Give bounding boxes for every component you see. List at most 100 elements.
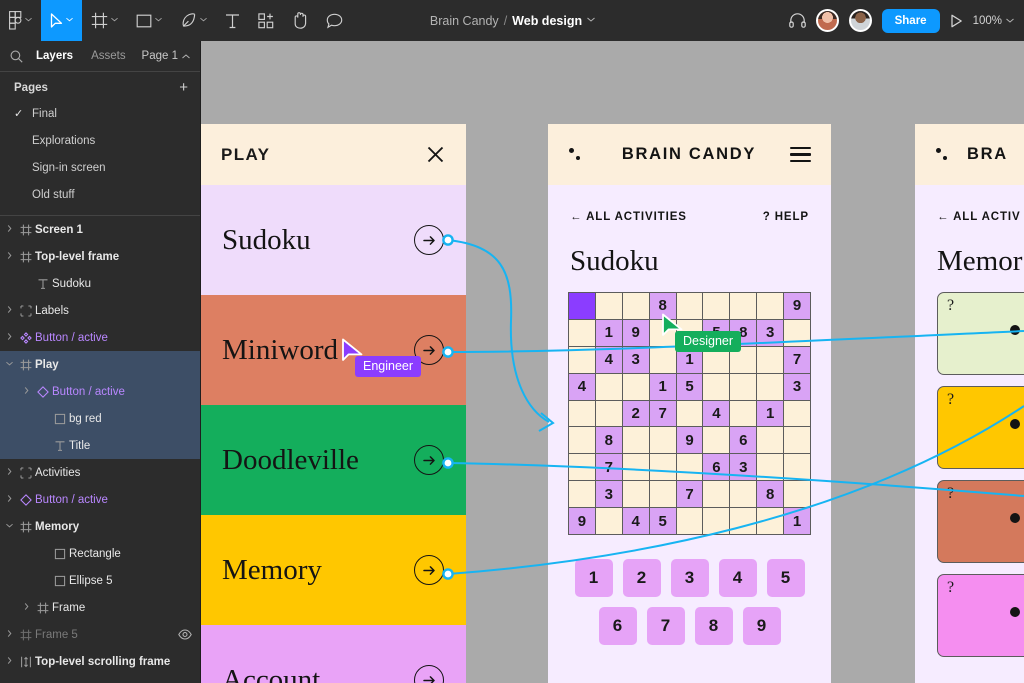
sudoku-cell[interactable] <box>569 427 595 454</box>
sudoku-cell[interactable] <box>676 400 703 427</box>
sudoku-cell[interactable] <box>784 454 811 481</box>
sudoku-cell[interactable] <box>703 508 730 535</box>
layer-row[interactable]: Button / active <box>0 324 200 351</box>
sudoku-cell[interactable]: 4 <box>569 373 595 400</box>
sudoku-cell[interactable]: 5 <box>676 373 703 400</box>
sudoku-cell[interactable]: 1 <box>649 373 676 400</box>
tab-layers[interactable]: Layers <box>27 50 82 62</box>
sudoku-cell[interactable] <box>569 400 595 427</box>
help-link[interactable]: ? HELP <box>763 211 809 223</box>
sudoku-cell[interactable] <box>784 481 811 508</box>
sudoku-cell[interactable] <box>569 319 595 346</box>
layer-row[interactable]: Frame 5 <box>0 621 200 648</box>
sudoku-cell[interactable] <box>622 293 649 319</box>
sudoku-cell[interactable] <box>703 373 730 400</box>
sudoku-cell[interactable]: 3 <box>622 346 649 373</box>
chevron-right-icon[interactable] <box>3 657 16 666</box>
layer-row[interactable]: Sudoku <box>0 270 200 297</box>
sudoku-cell[interactable] <box>595 400 622 427</box>
layer-row[interactable]: Top-level scrolling frame <box>0 648 200 675</box>
chevron-down-icon[interactable] <box>3 361 16 368</box>
pen-tool-button[interactable] <box>171 0 216 41</box>
sudoku-cell[interactable] <box>649 481 676 508</box>
sudoku-cell[interactable]: 7 <box>649 400 676 427</box>
page-item[interactable]: ✓ Final <box>0 100 200 127</box>
comment-tool-button[interactable] <box>317 0 352 41</box>
visibility-eye-icon[interactable] <box>178 629 192 640</box>
layer-row[interactable]: Title <box>0 432 200 459</box>
frame-tool-button[interactable] <box>82 0 127 41</box>
sudoku-cell[interactable]: 1 <box>784 508 811 535</box>
sudoku-cell[interactable] <box>622 481 649 508</box>
hand-tool-button[interactable] <box>283 0 317 41</box>
sudoku-grid[interactable]: 89195834317415327418967633789451 <box>568 292 811 536</box>
sudoku-cell[interactable] <box>703 481 730 508</box>
chevron-right-icon[interactable] <box>3 468 16 477</box>
layer-row[interactable]: Rectangle <box>0 540 200 567</box>
play-menu-item[interactable]: Sudoku <box>201 185 466 295</box>
all-activities-link[interactable]: ← ALL ACTIVITIES <box>570 211 687 223</box>
arrow-right-button[interactable] <box>414 665 444 683</box>
frame-sudoku-screen[interactable]: BRAIN CANDY ← ALL ACTIVITIES ? HELP Sudo… <box>548 124 831 683</box>
layer-row[interactable]: Play <box>0 351 200 378</box>
sudoku-cell[interactable]: 6 <box>730 427 757 454</box>
tab-assets[interactable]: Assets <box>82 50 135 62</box>
chevron-right-icon[interactable] <box>3 495 16 504</box>
chevron-right-icon[interactable] <box>20 387 33 396</box>
layer-row[interactable]: Button / active <box>0 486 200 513</box>
frame-memory-screen[interactable]: BRA ← ALL ACTIV Memor ???? <box>915 124 1024 683</box>
layer-row[interactable]: Button / active <box>0 378 200 405</box>
sudoku-cell[interactable] <box>622 427 649 454</box>
sudoku-cell[interactable] <box>676 508 703 535</box>
sudoku-cell[interactable]: 4 <box>703 400 730 427</box>
sudoku-cell[interactable] <box>784 400 811 427</box>
close-icon[interactable] <box>426 145 445 164</box>
sudoku-cell[interactable]: 9 <box>784 293 811 319</box>
layer-row[interactable]: Top-level frame <box>0 243 200 270</box>
text-tool-button[interactable] <box>216 0 249 41</box>
sudoku-cell[interactable]: 3 <box>784 373 811 400</box>
number-pad-key[interactable]: 7 <box>646 607 685 646</box>
number-pad-key[interactable]: 4 <box>718 559 757 598</box>
sudoku-cell[interactable] <box>784 427 811 454</box>
layer-row[interactable]: Activities <box>0 459 200 486</box>
avatar[interactable] <box>848 9 872 32</box>
layer-row[interactable]: Memory <box>0 513 200 540</box>
sudoku-cell[interactable]: 4 <box>595 346 622 373</box>
sudoku-cell[interactable] <box>703 427 730 454</box>
all-activities-link[interactable]: ← ALL ACTIV <box>937 211 1021 223</box>
sudoku-cell[interactable] <box>622 373 649 400</box>
page-item[interactable]: Sign-in screen <box>0 154 200 181</box>
sudoku-cell[interactable]: 6 <box>703 454 730 481</box>
sudoku-cell[interactable]: 8 <box>757 481 784 508</box>
sudoku-cell[interactable] <box>649 346 676 373</box>
arrow-right-button[interactable] <box>414 225 444 255</box>
sudoku-cell[interactable] <box>730 508 757 535</box>
sudoku-cell[interactable]: 1 <box>595 319 622 346</box>
memory-card[interactable]: ? <box>937 574 1024 657</box>
sudoku-cell[interactable]: 3 <box>730 454 757 481</box>
sudoku-cell[interactable] <box>784 319 811 346</box>
present-play-icon[interactable] <box>950 14 963 28</box>
play-menu-item[interactable]: Doodleville <box>201 405 466 515</box>
sudoku-cell[interactable] <box>730 373 757 400</box>
sudoku-cell[interactable] <box>730 293 757 319</box>
layer-row[interactable]: Labels <box>0 297 200 324</box>
chevron-right-icon[interactable] <box>3 225 16 234</box>
play-menu-item[interactable]: Miniword <box>201 295 466 405</box>
sudoku-cell[interactable]: 7 <box>676 481 703 508</box>
memory-card[interactable]: ? <box>937 386 1024 469</box>
sudoku-cell[interactable]: 3 <box>757 319 784 346</box>
memory-card[interactable]: ? <box>937 292 1024 375</box>
sudoku-cell[interactable] <box>649 454 676 481</box>
sudoku-cell[interactable]: 5 <box>649 508 676 535</box>
frame-play-screen[interactable]: PLAY Sudoku Miniword Doodleville Memory Acco… <box>201 124 466 683</box>
layer-row[interactable]: bg red <box>0 405 200 432</box>
number-pad-key[interactable]: 6 <box>598 607 637 646</box>
page-selector[interactable]: Page 1 <box>142 50 190 62</box>
play-menu-item[interactable]: Memory <box>201 515 466 625</box>
number-pad-key[interactable]: 1 <box>574 559 613 598</box>
page-item[interactable]: Explorations <box>0 127 200 154</box>
sudoku-cell[interactable]: 9 <box>569 508 595 535</box>
sudoku-cell[interactable] <box>569 293 595 319</box>
